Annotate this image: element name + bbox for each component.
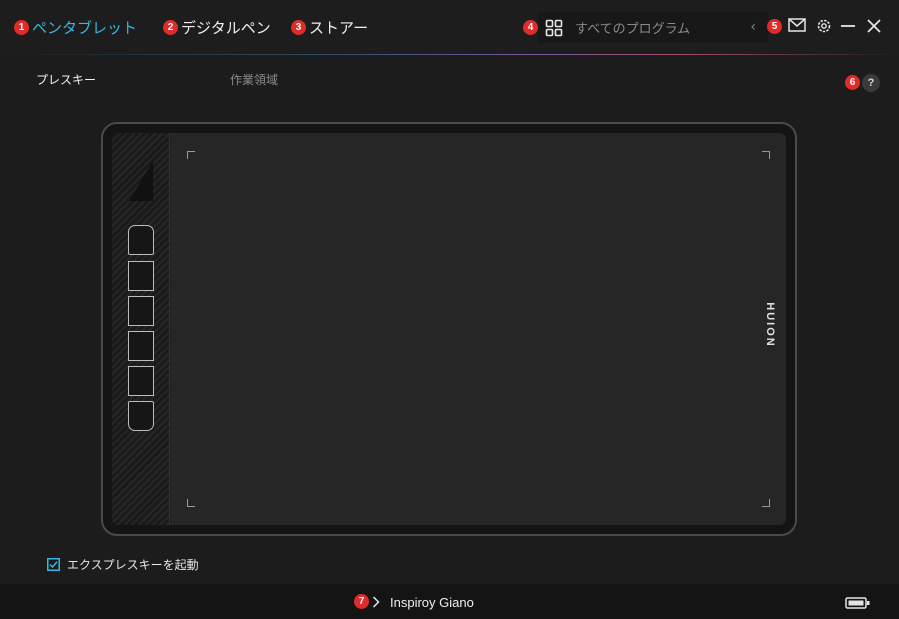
close-icon[interactable] [866,18,882,34]
step-badge-6: 6 [845,75,860,90]
step-badge-3: 3 [291,19,306,35]
step-badge-1: 1 [14,19,29,35]
express-keys-toggle[interactable]: エクスプレスキーを起動 [47,556,199,573]
express-key-2[interactable] [128,261,154,291]
express-key-strip [112,133,170,525]
battery-icon [845,597,870,609]
program-selector[interactable]: すべてのプログラム ‹ [538,12,768,43]
tab-store[interactable]: 3 ストアー [291,16,368,38]
device-name[interactable]: Inspiroy Giano [390,595,474,610]
corner-mark-bottom-left [187,499,195,507]
express-key-3[interactable] [128,296,154,326]
brand-logo: HUION [764,302,776,348]
chevron-right-icon[interactable] [372,596,380,608]
corner-mark-top-right [762,151,770,159]
express-key-6[interactable] [128,401,154,431]
corner-mark-bottom-right [762,499,770,507]
step-badge-4: 4 [523,20,538,35]
express-key-1[interactable] [128,225,154,255]
status-bar: 7 Inspiroy Giano [0,584,899,619]
tab-digital-pen-label: デジタルペン [181,18,271,37]
top-bar: 1 ペンタブレット 2 デジタルペン 3 ストアー 4 すべてのプログラム ‹ … [0,0,899,55]
gear-icon[interactable] [815,17,833,35]
express-key-4[interactable] [128,331,154,361]
tab-pen-tablet[interactable]: 1 ペンタブレット [14,16,137,38]
mail-icon[interactable] [788,17,806,33]
indicator-light-icon [129,161,153,201]
work-area-preview: HUION [171,133,786,525]
minimize-icon[interactable] [840,18,856,34]
express-key-5[interactable] [128,366,154,396]
program-selector-label: すべてのプログラム [575,22,691,37]
step-badge-7: 7 [354,594,369,609]
tab-digital-pen[interactable]: 2 デジタルペン [163,16,271,38]
step-badge-2: 2 [163,19,178,35]
subtab-work-area[interactable]: 作業領域 [230,71,278,88]
subtab-press-keys[interactable]: プレスキー [36,71,96,88]
checkbox-checked-icon[interactable] [47,558,60,571]
tab-store-label: ストアー [309,18,369,37]
tablet-surface: HUION [112,133,786,525]
chevron-left-icon[interactable]: ‹ [750,19,756,35]
tablet-illustration: HUION [101,122,797,536]
step-badge-5: 5 [767,19,782,34]
express-keys-toggle-label: エクスプレスキーを起動 [67,558,199,572]
grid-icon[interactable] [545,19,563,37]
tab-pen-tablet-label: ペンタブレット [32,18,138,37]
corner-mark-top-left [187,151,195,159]
help-icon[interactable]: ? [862,74,880,92]
top-bar-divider [0,54,899,55]
